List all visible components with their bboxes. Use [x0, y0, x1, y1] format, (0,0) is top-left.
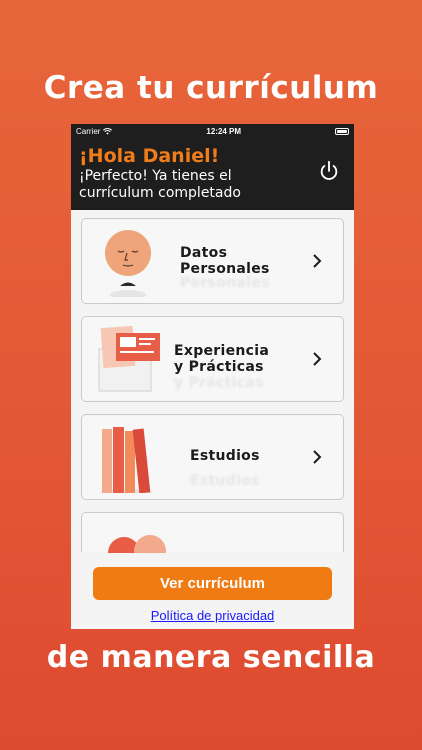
carrier-label: Carrier [76, 126, 101, 136]
power-icon[interactable] [318, 160, 340, 182]
promo-headline: Crea tu currículum [43, 70, 379, 106]
section-title-line1: Estudios [190, 448, 260, 464]
books-icon [100, 427, 152, 493]
section-title-line1: Datos [180, 245, 228, 261]
promo-tagline: de manera sencilla [46, 640, 376, 675]
chevron-right-icon [313, 352, 322, 366]
status-message: ¡Perfecto! Ya tienes el currículum compl… [79, 168, 241, 201]
app-header: ¡Hola Daniel! ¡Perfecto! Ya tienes el cu… [71, 138, 354, 210]
battery-icon [334, 127, 349, 135]
chevron-right-icon [313, 254, 322, 268]
face-icon [105, 230, 151, 297]
label-reflection: Estudios [190, 473, 260, 489]
view-resume-button[interactable]: Ver currículum [93, 567, 332, 600]
section-title-line2: y Prácticas [174, 359, 264, 375]
wifi-icon [103, 127, 113, 135]
section-card-partial[interactable] [81, 512, 344, 553]
phone-screen: Carrier 12:24 PM ¡Hola Daniel! ¡Perfecto… [71, 124, 354, 629]
label-reflection: Personales [180, 275, 270, 291]
bottom-action-bar: Ver currículum Política de privacidad [71, 556, 354, 629]
section-card-experiencia[interactable]: Experiencia y Prácticas y Prácticas [81, 316, 344, 402]
section-card-estudios[interactable]: Estudios Estudios [81, 414, 344, 500]
privacy-policy-link[interactable]: Política de privacidad [71, 608, 354, 623]
clock: 12:24 PM [206, 126, 242, 136]
section-card-datos-personales[interactable]: Datos Personales Personales [81, 218, 344, 304]
documents-icon [98, 325, 160, 392]
section-title-line1: Experiencia [174, 343, 270, 359]
sections-list: Datos Personales Personales Experiencia … [71, 210, 354, 553]
greeting-title: ¡Hola Daniel! [79, 145, 220, 167]
status-bar: Carrier 12:24 PM [71, 124, 354, 138]
chevron-right-icon [313, 450, 322, 464]
people-icon [108, 535, 166, 553]
label-reflection: y Prácticas [174, 375, 264, 391]
